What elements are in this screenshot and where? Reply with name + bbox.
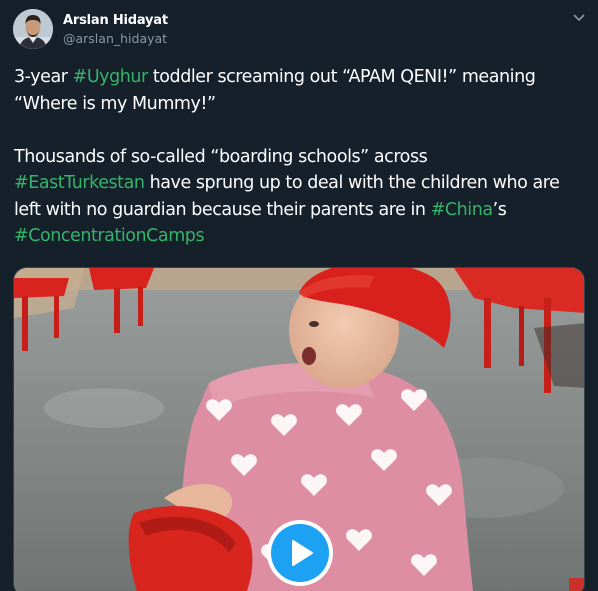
video-player[interactable] — [13, 267, 585, 591]
avatar-image — [13, 9, 53, 49]
hashtag-link[interactable]: #EastTurkestan — [14, 173, 145, 193]
play-icon — [292, 540, 313, 566]
tweet-text-segment: toddler screaming out “APAM QENI!” meani… — [147, 67, 536, 87]
tweet-text-segment: Thousands of so-called “boarding schools… — [14, 146, 428, 167]
chevron-down-icon[interactable] — [572, 12, 586, 24]
tweet-text-line: #ConcentrationCamps — [14, 223, 589, 250]
display-name[interactable]: Arslan Hidayat — [63, 13, 168, 28]
hashtag-link[interactable]: #ConcentrationCamps — [14, 226, 205, 246]
play-button[interactable] — [267, 520, 333, 586]
tweet-text-line: left with no guardian because their pare… — [14, 197, 589, 224]
play-button-circle — [271, 524, 329, 582]
tweet-text-line — [14, 117, 589, 144]
tweet-text-line: “Where is my Mummy!” — [14, 91, 589, 118]
tweet-text-line: Thousands of so-called “boarding schools… — [14, 144, 589, 171]
tweet-text: 3-year #Uyghur toddler screaming out “AP… — [14, 64, 589, 250]
hashtag-link[interactable]: #Uyghur — [73, 67, 149, 87]
tweet-text-segment: “Where is my Mummy!” — [14, 93, 216, 114]
handle[interactable]: @arslan_hidayat — [63, 31, 167, 46]
tweet-text-line: #EastTurkestan have sprung up to deal wi… — [14, 170, 589, 197]
hashtag-link[interactable]: #China — [431, 200, 493, 220]
tweet-text-segment: 3-year — [14, 67, 73, 87]
avatar[interactable] — [13, 9, 53, 49]
tweet-text-segment: left with no guardian because their pare… — [14, 199, 431, 220]
tweet-text-line: 3-year #Uyghur toddler screaming out “AP… — [14, 64, 589, 91]
tweet-text-segment: ’s — [492, 199, 507, 220]
tweet: Arslan Hidayat @arslan_hidayat 3-year #U… — [0, 0, 598, 591]
tweet-text-segment: have sprung up to deal with the children… — [144, 173, 560, 193]
